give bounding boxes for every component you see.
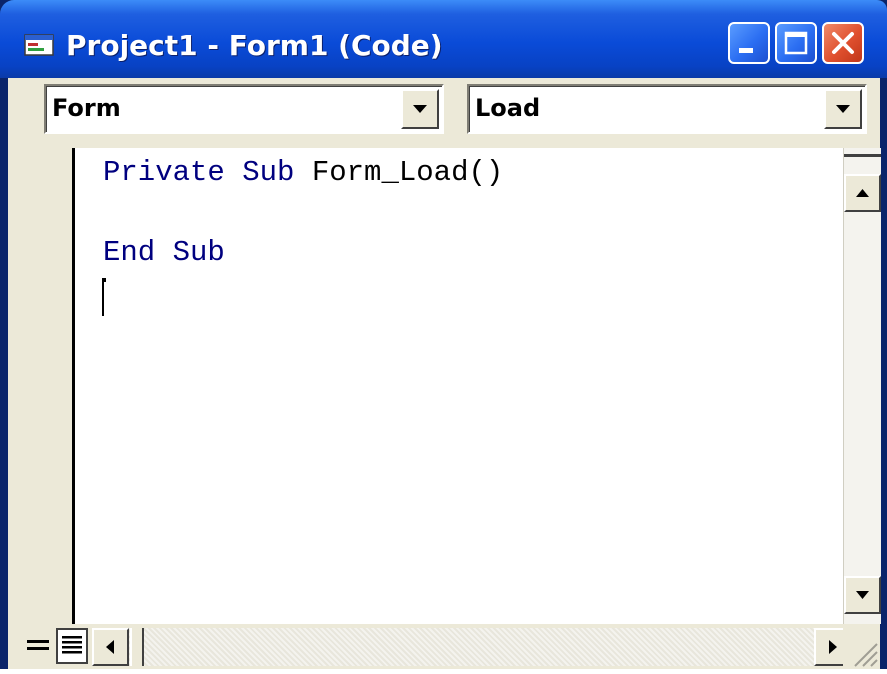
code-window-icon [24, 34, 54, 56]
object-dropdown-value: Form [52, 94, 121, 122]
keyword-text: Private Sub [103, 156, 312, 189]
maximize-button[interactable] [775, 22, 817, 64]
code-window: Project1 - Form1 (Code) Form Load Privat… [0, 0, 887, 669]
resize-grip-icon [854, 643, 878, 667]
procedure-view-button[interactable] [22, 628, 54, 664]
arrow-down-icon [856, 591, 869, 599]
object-dropdown-button[interactable] [401, 89, 439, 129]
horizontal-scrollbar[interactable] [92, 628, 852, 666]
close-icon [832, 32, 854, 54]
keyword-text: End Sub [103, 236, 225, 269]
code-editor[interactable]: Private Sub Form_Load() End Sub [75, 148, 843, 624]
procedure-view-icon [27, 640, 49, 650]
maximize-icon [784, 31, 808, 55]
procedure-dropdown-button[interactable] [824, 89, 862, 129]
text-cursor [102, 278, 106, 316]
window-title: Project1 - Form1 (Code) [66, 29, 443, 62]
full-module-view-icon [62, 636, 82, 654]
minimize-icon [739, 48, 753, 53]
chevron-down-icon [413, 105, 427, 113]
resize-grip[interactable] [843, 624, 880, 669]
procedure-dropdown-value: Load [475, 94, 541, 122]
bottom-bar [22, 624, 880, 669]
scroll-up-button[interactable] [844, 174, 881, 212]
procedure-name-text: Form_Load() [311, 156, 504, 189]
margin-indicator-bar[interactable] [22, 148, 75, 624]
procedure-dropdown[interactable]: Load [467, 84, 867, 134]
title-bar[interactable]: Project1 - Form1 (Code) [0, 0, 887, 78]
code-line: Private Sub Form_Load() [103, 156, 503, 189]
chevron-down-icon [836, 105, 850, 113]
scroll-down-button[interactable] [844, 576, 881, 614]
scroll-left-button[interactable] [92, 628, 129, 666]
object-dropdown[interactable]: Form [44, 84, 444, 134]
code-frame: Private Sub Form_Load() End Sub [8, 148, 881, 669]
minimize-button[interactable] [728, 22, 770, 64]
vertical-scrollbar[interactable] [843, 148, 881, 624]
full-module-view-button[interactable] [56, 628, 88, 664]
scroll-thumb[interactable] [130, 628, 144, 666]
arrow-up-icon [856, 189, 869, 197]
arrow-left-icon [106, 640, 114, 654]
split-bar[interactable] [844, 154, 881, 157]
code-line: End Sub [103, 236, 225, 269]
close-button[interactable] [822, 22, 864, 64]
client-area: Form Load Private Sub Form_Load() End Su… [8, 78, 881, 669]
